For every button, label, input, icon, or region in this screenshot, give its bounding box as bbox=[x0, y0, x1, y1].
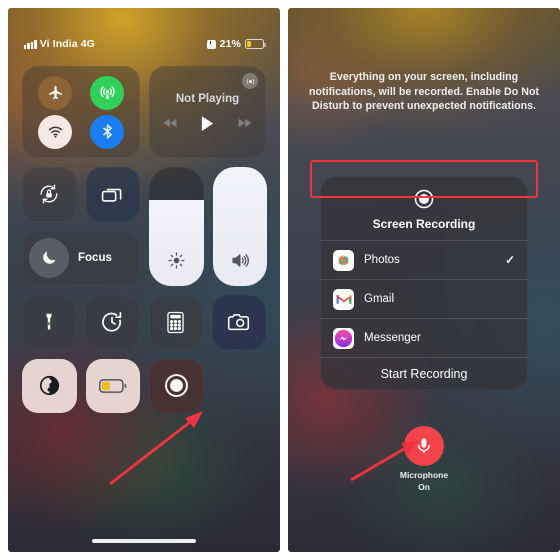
wifi-button[interactable] bbox=[38, 114, 72, 149]
slider-column bbox=[149, 167, 267, 286]
media-controls bbox=[163, 115, 252, 132]
timer-icon bbox=[102, 312, 122, 332]
focus-label: Focus bbox=[78, 251, 112, 264]
photos-glyph bbox=[338, 254, 349, 266]
airplane-icon bbox=[48, 85, 62, 100]
low-power-mode-button[interactable] bbox=[85, 358, 140, 413]
media-playback-module[interactable]: Not Playing bbox=[149, 66, 266, 158]
screenshot-pair: Vi India 4G 21% Not Playing Focus Everyt… bbox=[0, 0, 560, 560]
wifi-icon bbox=[48, 126, 62, 138]
gmail-glyph bbox=[336, 295, 351, 304]
carrier-label: Vi India 4G bbox=[39, 38, 95, 50]
screen-record-button[interactable] bbox=[149, 358, 204, 413]
screen-mirroring-button[interactable] bbox=[85, 167, 140, 222]
control-row-1: Not Playing bbox=[22, 66, 266, 158]
messenger-icon bbox=[333, 327, 354, 349]
recording-notice-wrap: Everything on your screen, including not… bbox=[308, 70, 540, 114]
left-phone-screenshot: Vi India 4G 21% Not Playing Focus bbox=[8, 8, 280, 552]
play-icon[interactable] bbox=[200, 115, 215, 132]
status-bar-left: Vi India 4G bbox=[24, 38, 95, 50]
destination-list: Photos ✓ Gmail Messenger bbox=[320, 240, 528, 357]
volume-slider[interactable] bbox=[212, 167, 267, 286]
list-item[interactable]: Messenger bbox=[320, 318, 528, 357]
rotation-lock-button[interactable] bbox=[22, 167, 77, 222]
control-center-grid: Not Playing Focus bbox=[22, 66, 267, 422]
camera-icon bbox=[228, 313, 250, 330]
list-item-label: Photos bbox=[364, 254, 400, 266]
list-item-label: Messenger bbox=[364, 332, 421, 344]
microphone-icon bbox=[418, 438, 430, 454]
left-tile-column: Focus bbox=[22, 167, 140, 286]
utility-tile-row bbox=[22, 167, 140, 222]
low-power-mode-icon bbox=[98, 379, 127, 393]
control-row-4 bbox=[22, 358, 266, 413]
airplay-glyph bbox=[246, 78, 254, 84]
dark-mode-button[interactable] bbox=[22, 358, 77, 413]
calculator-icon bbox=[167, 311, 184, 333]
focus-button[interactable]: Focus bbox=[22, 230, 140, 285]
cellular-data-button[interactable] bbox=[90, 75, 124, 110]
cellular-icon bbox=[99, 86, 115, 99]
gmail-icon bbox=[333, 288, 354, 310]
volume-icon bbox=[229, 251, 250, 275]
moon-icon bbox=[42, 251, 56, 265]
microphone-control: Microphone On bbox=[400, 426, 448, 493]
microphone-button[interactable] bbox=[403, 426, 444, 466]
checkmark-icon: ✓ bbox=[504, 253, 515, 267]
flashlight-icon bbox=[46, 314, 52, 331]
list-item[interactable]: Gmail bbox=[320, 279, 528, 318]
status-bar: Vi India 4G 21% bbox=[8, 36, 280, 52]
bluetooth-icon bbox=[102, 124, 112, 139]
camera-button[interactable] bbox=[211, 295, 266, 350]
flashlight-button[interactable] bbox=[22, 295, 77, 350]
screen-mirroring-icon bbox=[102, 188, 122, 202]
list-item[interactable]: Photos ✓ bbox=[320, 240, 528, 279]
media-title: Not Playing bbox=[175, 92, 240, 105]
control-row-2: Focus bbox=[22, 167, 267, 286]
home-indicator bbox=[92, 538, 196, 543]
timer-button[interactable] bbox=[85, 295, 140, 350]
photos-icon bbox=[333, 249, 354, 271]
cellular-bars-icon bbox=[24, 39, 37, 49]
calculator-button[interactable] bbox=[148, 295, 203, 350]
rewind-icon[interactable] bbox=[163, 117, 178, 129]
start-recording-button[interactable]: Start Recording bbox=[320, 357, 528, 390]
control-row-3 bbox=[22, 295, 266, 350]
status-bar-right: 21% bbox=[206, 38, 266, 50]
brightness-icon bbox=[167, 251, 186, 275]
microphone-label: Microphone bbox=[399, 470, 449, 480]
screen-recording-sheet: Screen Recording Photos ✓ Gmail Messenge… bbox=[320, 176, 528, 390]
messenger-glyph bbox=[334, 329, 353, 347]
dark-mode-icon bbox=[39, 376, 59, 396]
screen-record-icon bbox=[414, 189, 434, 209]
list-item-label: Gmail bbox=[364, 293, 395, 305]
sheet-header: Screen Recording bbox=[320, 176, 528, 240]
connectivity-module bbox=[22, 66, 140, 158]
airplane-mode-button[interactable] bbox=[38, 75, 72, 110]
microphone-state: On bbox=[418, 482, 430, 492]
airplay-icon[interactable] bbox=[242, 73, 258, 89]
sheet-title: Screen Recording bbox=[372, 217, 476, 231]
right-phone-screenshot: Everything on your screen, including not… bbox=[288, 8, 560, 552]
focus-knob bbox=[29, 237, 69, 278]
rotation-lock-icon bbox=[40, 184, 58, 204]
bluetooth-button[interactable] bbox=[90, 114, 124, 149]
screen-record-icon bbox=[164, 374, 188, 398]
alarm-icon bbox=[206, 39, 216, 49]
battery-low-icon bbox=[245, 39, 266, 49]
recording-notice: Everything on your screen, including not… bbox=[308, 71, 540, 112]
brightness-slider[interactable] bbox=[149, 167, 204, 286]
fast-forward-icon[interactable] bbox=[237, 117, 252, 129]
battery-percent-label: 21% bbox=[219, 38, 241, 50]
